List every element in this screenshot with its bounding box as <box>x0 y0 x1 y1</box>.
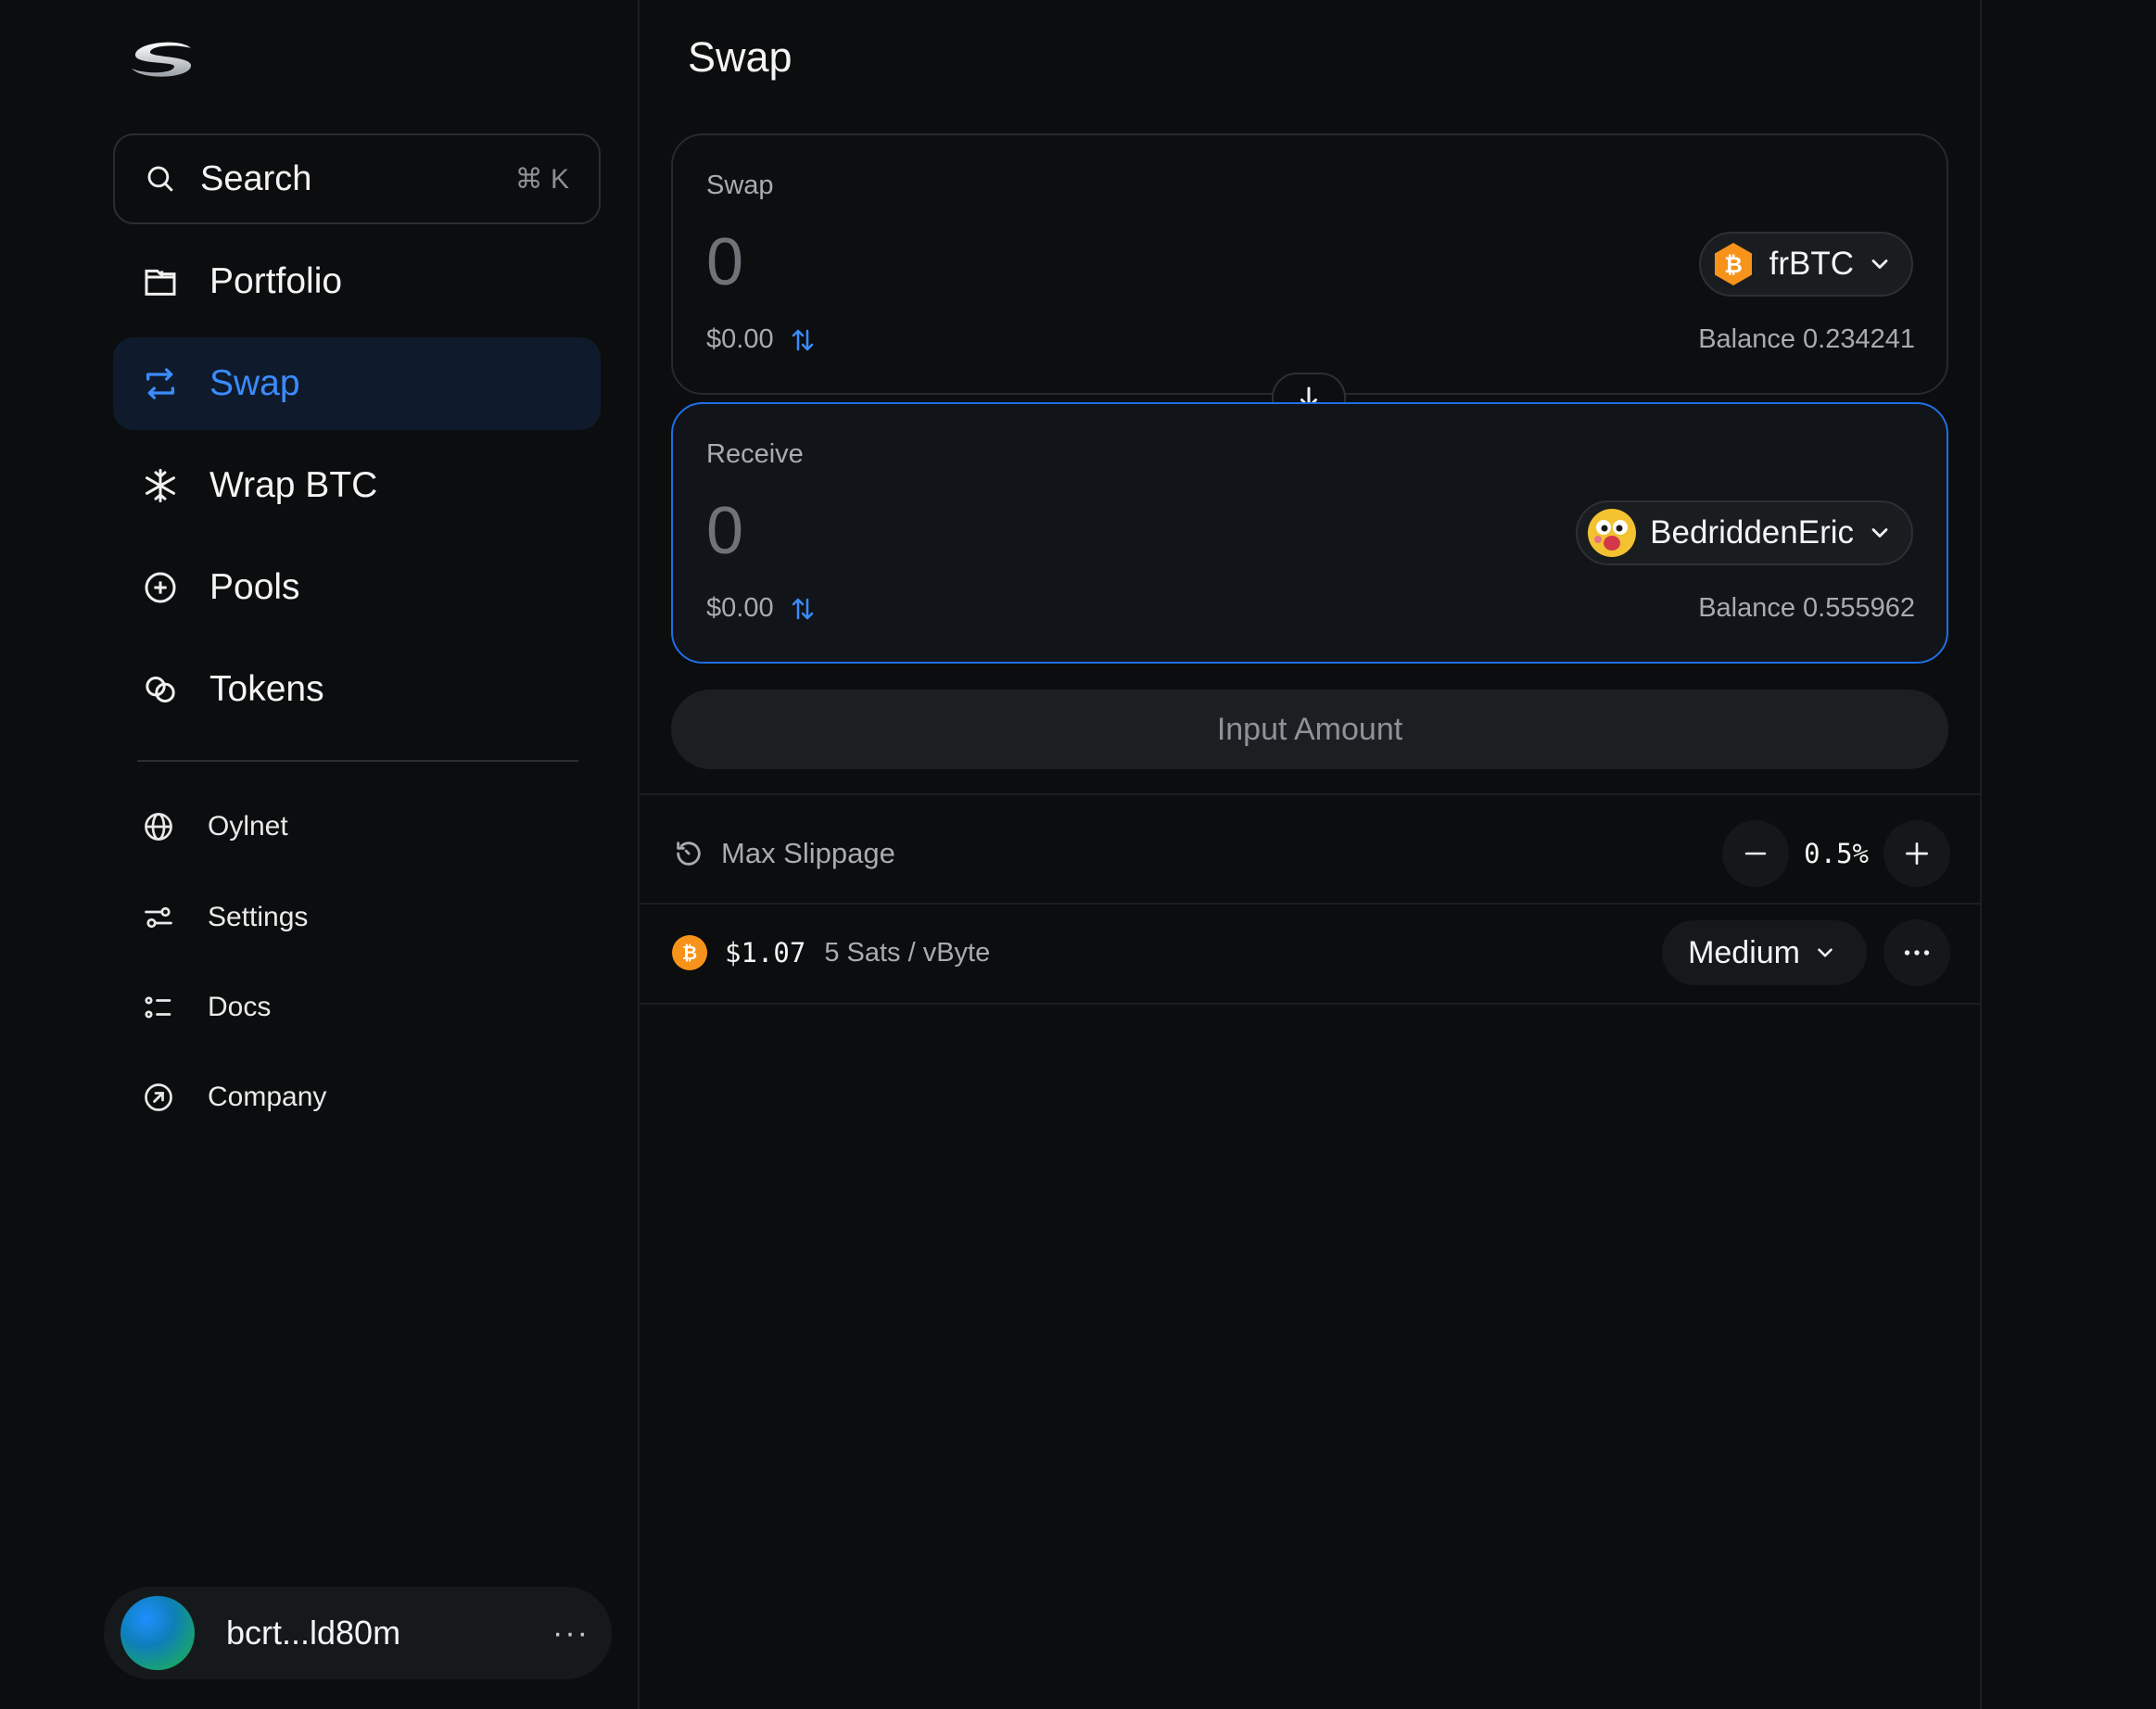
swap-panel: Swap 0 $0.00 ₿ frBTC Balance 0.234241 <box>671 133 1948 395</box>
receive-balance: Balance 0.555962 <box>1698 593 1915 623</box>
sidebar-item-label: Wrap BTC <box>209 465 378 505</box>
sidebar-item-docs[interactable]: Docs <box>113 970 601 1044</box>
swap-token-selector[interactable]: ₿ frBTC <box>1698 232 1913 297</box>
chevron-down-icon <box>1871 528 1888 538</box>
page-title: Swap <box>688 33 793 81</box>
coins-icon <box>141 670 180 709</box>
swap-balance: Balance 0.234241 <box>1698 324 1915 354</box>
sidebar-item-tokens[interactable]: Tokens <box>113 643 601 736</box>
sidebar-item-label: Company <box>208 1082 327 1112</box>
sidebar: Search ⌘ K Portfolio Swap Wrap BTC Pools… <box>0 0 640 1709</box>
swap-amount-input[interactable]: 0 <box>706 224 743 300</box>
sidebar-item-pools[interactable]: Pools <box>113 541 601 634</box>
sidebar-item-settings[interactable]: Settings <box>113 880 601 955</box>
divider <box>640 793 1980 795</box>
sidebar-divider <box>137 760 578 762</box>
swap-usd-text: $0.00 <box>706 324 774 354</box>
frbtc-token-icon: ₿ <box>1714 243 1752 285</box>
fee-speed-dropdown[interactable]: Medium <box>1662 920 1867 985</box>
sidebar-item-label: Settings <box>208 902 309 932</box>
arrow-circle-icon <box>141 1080 176 1115</box>
account-more-button[interactable]: ··· <box>552 1615 590 1652</box>
swap-panel-label: Swap <box>706 171 774 200</box>
search-label: Search <box>200 158 312 198</box>
receive-token-name: BedriddenEric <box>1650 514 1854 551</box>
max-slippage-label: Max Slippage <box>721 837 895 869</box>
sidebar-item-label: Tokens <box>209 669 324 709</box>
fee-rate: 5 Sats / vByte <box>824 937 991 968</box>
sidebar-item-label: Portfolio <box>209 261 343 301</box>
minus-icon <box>1744 852 1767 855</box>
swap-main: Swap Swap 0 $0.00 ₿ frBTC Balance 0.2342… <box>640 0 1982 1709</box>
portfolio-icon <box>141 262 180 301</box>
sidebar-item-company[interactable]: Company <box>113 1060 601 1134</box>
sidebar-item-swap[interactable]: Swap <box>113 337 601 430</box>
plus-circle-icon <box>141 568 180 607</box>
globe-icon <box>141 809 176 844</box>
swap-arrows-icon <box>141 364 180 403</box>
chevron-down-icon <box>1818 948 1833 957</box>
swap-usd-value: $0.00 <box>706 324 817 355</box>
svg-text:₿: ₿ <box>682 942 697 964</box>
sidebar-item-portfolio[interactable]: Portfolio <box>113 235 601 328</box>
app-logo[interactable] <box>124 35 198 82</box>
bedriddeneric-token-icon <box>1588 509 1637 557</box>
list-icon <box>141 990 176 1025</box>
sidebar-item-oylnet[interactable]: Oylnet <box>113 790 601 864</box>
slippage-value: 0.5% <box>1804 838 1869 869</box>
svg-text:₿: ₿ <box>1724 252 1743 278</box>
swap-token-name: frBTC <box>1769 246 1854 282</box>
sidebar-item-label: Pools <box>209 567 300 607</box>
input-amount-button[interactable]: Input Amount <box>671 690 1948 769</box>
receive-usd-text: $0.00 <box>706 593 774 623</box>
slippage-decrease-button[interactable] <box>1722 820 1790 887</box>
sidebar-item-wrap-btc[interactable]: Wrap BTC <box>113 439 601 532</box>
more-horizontal-icon <box>1904 950 1930 956</box>
sidebar-item-label: Oylnet <box>208 811 288 842</box>
bitcoin-icon: ₿ <box>672 935 707 970</box>
divider <box>640 903 1980 905</box>
toggle-currency-icon[interactable] <box>789 595 817 623</box>
search-icon <box>147 166 173 192</box>
history-icon <box>677 842 701 866</box>
fee-speed-label: Medium <box>1688 934 1800 970</box>
receive-usd-value: $0.00 <box>706 593 817 624</box>
receive-amount-input[interactable]: 0 <box>706 493 743 569</box>
receive-panel: Receive 0 $0.00 BedriddenEric Balance 0.… <box>671 402 1948 664</box>
network-fee-usd: $1.07 <box>725 937 806 968</box>
plus-icon <box>1906 842 1928 865</box>
network-fee-row: ₿ $1.07 5 Sats / vByte Medium <box>671 919 1950 986</box>
fee-more-options-button[interactable] <box>1883 919 1950 986</box>
receive-panel-label: Receive <box>706 439 804 469</box>
divider <box>640 1003 1980 1005</box>
sliders-icon <box>141 900 176 935</box>
account-card[interactable]: bcrt...ld80m ··· <box>104 1587 612 1679</box>
slippage-increase-button[interactable] <box>1883 820 1950 887</box>
search-shortcut: ⌘ K <box>514 163 569 195</box>
receive-token-selector[interactable]: BedriddenEric <box>1576 500 1913 565</box>
chevron-down-icon <box>1871 260 1888 269</box>
sidebar-item-label: Docs <box>208 992 272 1022</box>
search-box[interactable]: Search ⌘ K <box>113 133 601 224</box>
toggle-currency-icon[interactable] <box>789 326 817 354</box>
snowflake-icon <box>141 466 180 505</box>
sidebar-item-label: Swap <box>209 363 300 403</box>
wallet-address: bcrt...ld80m <box>226 1614 401 1652</box>
max-slippage-row: Max Slippage 0.5% <box>673 819 1950 888</box>
avatar <box>120 1596 195 1670</box>
